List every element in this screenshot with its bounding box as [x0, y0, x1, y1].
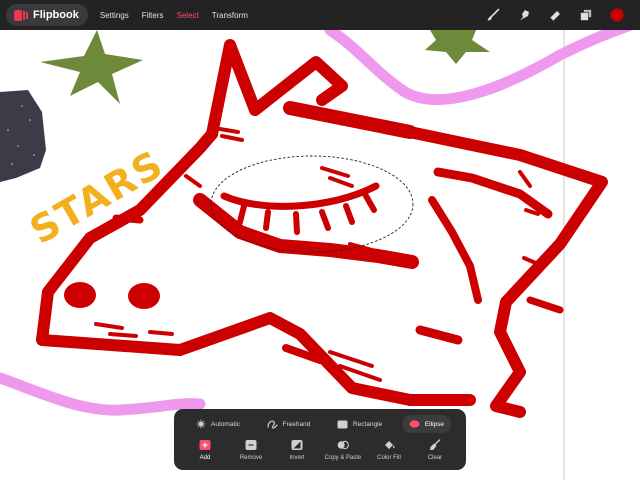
- brush-icon[interactable]: [484, 6, 502, 24]
- copy-paste-button[interactable]: Copy & Paste: [320, 439, 366, 469]
- mode-ellipse[interactable]: Ellipse: [401, 415, 451, 433]
- mode-freehand-label: Freehand: [282, 420, 311, 428]
- add-icon: [199, 439, 211, 451]
- right-nostril: [128, 283, 160, 309]
- app-title: Flipbook: [33, 9, 79, 21]
- clear-icon: [429, 439, 441, 451]
- copy-paste-label: Copy & Paste: [324, 455, 362, 461]
- flipbook-logo-icon: [14, 9, 28, 21]
- freehand-icon: [266, 420, 278, 429]
- invert-label: Invert: [289, 455, 305, 461]
- top-bar: Flipbook Settings Filters Select Transfo…: [0, 0, 640, 30]
- menu-transform[interactable]: Transform: [212, 11, 248, 20]
- main-menu: Settings Filters Select Transform: [100, 11, 261, 20]
- menu-select[interactable]: Select: [177, 11, 199, 20]
- selection-mode-group: Automatic Freehand Rectangle Ellipse: [189, 415, 451, 433]
- smudge-icon[interactable]: [515, 6, 533, 24]
- clear-label: Clear: [427, 455, 443, 461]
- mode-rectangle-label: Rectangle: [352, 420, 383, 428]
- selection-panel: Automatic Freehand Rectangle Ellipse Add…: [174, 409, 466, 470]
- mode-rectangle[interactable]: Rectangle: [330, 415, 389, 433]
- left-nostril: [64, 282, 96, 308]
- drawing-canvas[interactable]: STARS: [0, 0, 640, 480]
- menu-filters[interactable]: Filters: [142, 11, 164, 20]
- mode-ellipse-label: Ellipse: [424, 420, 444, 428]
- invert-button[interactable]: Invert: [274, 439, 320, 469]
- selection-action-group: Add Remove Invert Copy & Paste Color Fil…: [182, 439, 458, 469]
- current-color-dot: [610, 8, 624, 22]
- color-fill-label: Color Fill: [377, 455, 401, 461]
- mode-freehand[interactable]: Freehand: [260, 415, 318, 433]
- tool-bar: [484, 6, 626, 24]
- menu-settings[interactable]: Settings: [100, 11, 129, 20]
- app-gallery-button[interactable]: Flipbook: [6, 4, 88, 26]
- rectangle-icon: [337, 420, 348, 428]
- color-fill-icon: [383, 439, 395, 451]
- eraser-icon[interactable]: [546, 6, 564, 24]
- remove-button[interactable]: Remove: [228, 439, 274, 469]
- mode-automatic-label: Automatic: [211, 420, 240, 428]
- remove-icon: [245, 439, 257, 451]
- layers-icon[interactable]: [577, 6, 595, 24]
- invert-icon: [291, 439, 303, 451]
- color-fill-button[interactable]: Color Fill: [366, 439, 412, 469]
- color-swatch-icon[interactable]: [608, 6, 626, 24]
- clear-button[interactable]: Clear: [412, 439, 458, 469]
- copy-paste-icon: [337, 439, 349, 451]
- automatic-icon: [196, 419, 206, 429]
- add-label: Add: [199, 455, 211, 461]
- mode-automatic[interactable]: Automatic: [189, 415, 247, 433]
- add-button[interactable]: Add: [182, 439, 228, 469]
- remove-label: Remove: [239, 455, 263, 461]
- ellipse-icon: [409, 420, 420, 428]
